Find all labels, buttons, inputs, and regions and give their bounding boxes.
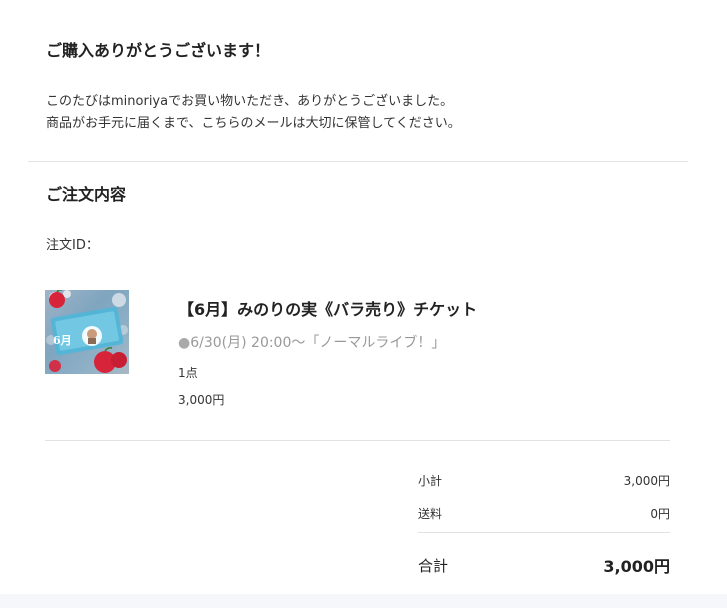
total-value: 3,000円 [603,557,670,576]
product-price: 3,000円 [178,393,225,407]
product-name[interactable]: 【6月】みのりの実《バラ売り》チケット [178,296,477,320]
message-line-1: このたびはminoriyaでお買い物いただき、ありがとうございました。 [46,94,454,109]
items-divider [45,440,670,441]
shipping-value: 0円 [650,507,670,521]
footer-band [0,594,727,608]
section-divider [28,161,688,162]
thanks-title: ご購入ありがとうございます！ [46,41,271,60]
summary-divider [418,532,670,533]
product-thumbnail[interactable]: 6月 [45,290,129,374]
thanks-message: このたびはminoriyaでお買い物いただき、ありがとうございました。 商品がお… [46,91,461,135]
message-line-2: 商品がお手元に届くまで、こちらのメールは大切に保管してください。 [46,116,461,131]
product-variant: ●6/30(月) 20:00〜「ノーマルライブ！」 [178,332,445,352]
thumbnail-month-text: 6月 [53,334,72,347]
order-section-title: ご注文内容 [46,185,127,204]
shipping-row: 送料 0円 [418,505,670,522]
variant-text: 6/30(月) 20:00〜「ノーマルライブ！」 [190,335,446,351]
order-id-label: 注文ID： [46,238,99,253]
shipping-label: 送料 [418,507,443,521]
total-row: 合計 3,000円 [418,553,670,577]
variant-bullet: ● [178,335,191,351]
subtotal-label: 小計 [418,474,443,488]
product-quantity: 1点 [178,366,198,380]
subtotal-value: 3,000円 [623,474,670,488]
total-label: 合計 [418,556,449,575]
subtotal-row: 小計 3,000円 [418,472,670,489]
